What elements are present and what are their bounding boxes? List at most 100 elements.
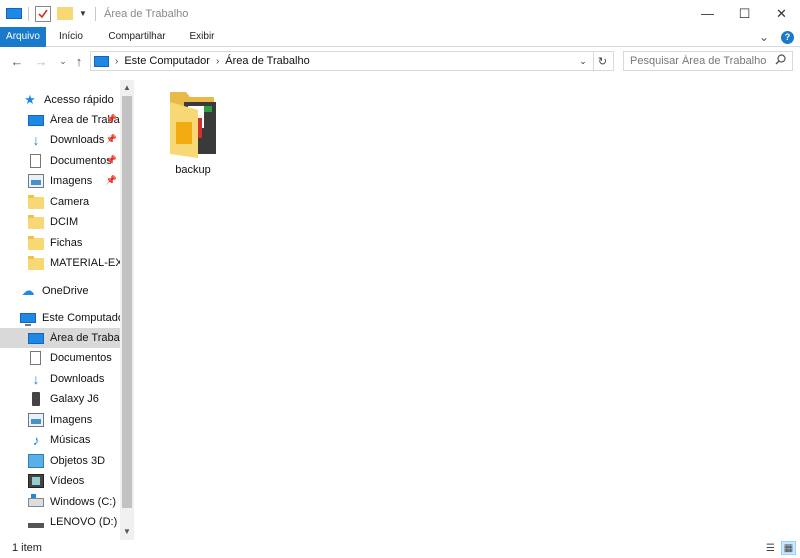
expand-ribbon-icon[interactable]: ⌄ bbox=[759, 30, 769, 44]
search-input[interactable] bbox=[624, 52, 769, 70]
nav-label: LENOVO (D:) bbox=[50, 516, 118, 528]
scroll-up-icon[interactable]: ▲ bbox=[120, 80, 134, 94]
nav-label: Imagens bbox=[50, 175, 93, 187]
breadcrumb-desktop[interactable]: Área de Trabalho bbox=[225, 55, 309, 67]
cloud-icon: ☁ bbox=[21, 283, 35, 298]
nav-item-windows-c[interactable]: Windows (C:) bbox=[0, 492, 120, 512]
nav-item-pictures-quick[interactable]: Imagens 📌 bbox=[0, 171, 120, 191]
nav-label: Imagens bbox=[50, 414, 93, 426]
title-divider bbox=[95, 6, 96, 21]
music-icon: ♪ bbox=[32, 432, 40, 448]
folder-icon bbox=[28, 236, 44, 250]
desktop-window-icon[interactable] bbox=[6, 8, 22, 19]
item-count: 1 item bbox=[12, 542, 42, 554]
nav-label: Objetos 3D bbox=[50, 455, 106, 467]
phone-icon bbox=[32, 392, 40, 406]
folder-icon bbox=[28, 256, 44, 270]
computer-icon bbox=[20, 313, 36, 326]
desktop-icon bbox=[28, 114, 44, 126]
computer-icon bbox=[94, 55, 109, 67]
help-icon[interactable]: ? bbox=[781, 30, 794, 44]
downloads-icon: ↓ bbox=[32, 132, 40, 148]
scroll-thumb[interactable] bbox=[122, 96, 132, 508]
minimize-button[interactable]: — bbox=[689, 0, 726, 27]
objects-3d-icon bbox=[28, 454, 44, 468]
nav-scrollbar[interactable]: ▲ ▼ bbox=[120, 80, 134, 540]
customize-toolbar-icon[interactable]: ▼ bbox=[79, 6, 89, 22]
nav-label: Documentos bbox=[50, 352, 112, 364]
nav-item-desktop-quick[interactable]: Área de Traba 📌 bbox=[0, 110, 120, 130]
nav-label: Galaxy J6 bbox=[50, 393, 99, 405]
window-controls: — ☐ ✕ bbox=[689, 0, 800, 27]
tab-file[interactable]: Arquivo bbox=[0, 27, 46, 47]
nav-this-pc[interactable]: Este Computador bbox=[0, 308, 120, 328]
forward-button[interactable]: → bbox=[34, 53, 48, 69]
nav-label: Downloads bbox=[50, 373, 105, 385]
nav-item-pictures[interactable]: Imagens bbox=[0, 410, 120, 430]
nav-label: Fichas bbox=[50, 237, 83, 249]
nav-onedrive[interactable]: ☁ OneDrive bbox=[0, 281, 120, 301]
pin-icon: 📌 bbox=[105, 114, 117, 124]
nav-label: Acesso rápido bbox=[44, 94, 114, 106]
tab-share[interactable]: Compartilhar bbox=[100, 27, 174, 47]
scroll-down-icon[interactable]: ▼ bbox=[120, 524, 134, 538]
videos-icon bbox=[28, 474, 44, 488]
breadcrumb-separator[interactable]: › bbox=[216, 56, 219, 67]
nav-item-material-exte[interactable]: MATERIAL-EXTE bbox=[0, 253, 120, 273]
details-view-icon[interactable]: ☰ bbox=[763, 541, 778, 555]
nav-item-documents[interactable]: Documentos bbox=[0, 348, 120, 368]
toolbar-divider bbox=[28, 6, 29, 21]
ribbon: Arquivo Início Compartilhar Exibir ⌄ ? bbox=[0, 27, 800, 47]
tab-home[interactable]: Início bbox=[52, 27, 90, 47]
nav-item-documents-quick[interactable]: Documentos 📌 bbox=[0, 151, 120, 171]
nav-quick-access[interactable]: ★ Acesso rápido bbox=[0, 90, 120, 110]
refresh-icon[interactable]: ↻ bbox=[593, 52, 611, 70]
up-button[interactable]: ↑ bbox=[72, 53, 86, 69]
large-icons-view-icon[interactable]: ▦ bbox=[781, 541, 796, 555]
file-view[interactable]: backup bbox=[134, 80, 800, 540]
nav-label: DCIM bbox=[50, 216, 79, 228]
file-item-backup[interactable]: backup bbox=[160, 88, 226, 176]
nav-item-lenovo-d[interactable]: LENOVO (D:) bbox=[0, 512, 120, 532]
nav-item-camera[interactable]: Camera bbox=[0, 192, 120, 212]
navigation-row: ← → ⌄ ↑ › Este Computador › Área de Trab… bbox=[0, 47, 800, 75]
title-bar: ▼ Área de Trabalho — ☐ ✕ bbox=[0, 0, 800, 27]
properties-icon[interactable] bbox=[35, 5, 51, 22]
folder-icon bbox=[28, 195, 44, 209]
nav-item-downloads[interactable]: ↓ Downloads bbox=[0, 369, 120, 389]
nav-label: OneDrive bbox=[42, 285, 89, 297]
tab-view[interactable]: Exibir bbox=[182, 27, 222, 47]
nav-item-downloads-quick[interactable]: ↓ Downloads 📌 bbox=[0, 130, 120, 150]
close-button[interactable]: ✕ bbox=[763, 0, 800, 27]
drive-icon bbox=[28, 522, 44, 528]
desktop-icon bbox=[28, 332, 44, 344]
address-dropdown-icon[interactable]: ⌄ bbox=[575, 52, 591, 70]
documents-icon bbox=[30, 351, 41, 365]
search-icon[interactable] bbox=[775, 54, 786, 68]
nav-label: Downloads bbox=[50, 134, 105, 146]
nav-item-videos[interactable]: Vídeos bbox=[0, 471, 120, 491]
search-box[interactable] bbox=[623, 51, 793, 71]
recent-locations-button[interactable]: ⌄ bbox=[56, 53, 70, 69]
nav-label: Vídeos bbox=[50, 475, 85, 487]
pin-icon: 📌 bbox=[105, 134, 117, 144]
ribbon-right-controls: ⌄ ? bbox=[759, 30, 794, 44]
pin-icon: 📌 bbox=[105, 155, 117, 165]
nav-item-objects-3d[interactable]: Objetos 3D bbox=[0, 451, 120, 471]
drive-icon bbox=[28, 493, 44, 507]
nav-item-desktop[interactable]: Área de Trabalho bbox=[0, 328, 120, 348]
new-folder-icon[interactable] bbox=[57, 7, 73, 20]
back-button[interactable]: ← bbox=[10, 53, 24, 69]
nav-item-fichas[interactable]: Fichas bbox=[0, 233, 120, 253]
nav-item-dcim[interactable]: DCIM bbox=[0, 212, 120, 232]
nav-item-galaxy-j6[interactable]: Galaxy J6 bbox=[0, 389, 120, 409]
status-bar: 1 item ☰ ▦ bbox=[0, 540, 800, 558]
breadcrumb-this-pc[interactable]: Este Computador bbox=[124, 55, 210, 67]
maximize-button[interactable]: ☐ bbox=[726, 0, 763, 27]
nav-label: Windows (C:) bbox=[50, 496, 117, 508]
nav-item-music[interactable]: ♪ Músicas bbox=[0, 430, 120, 450]
address-bar[interactable]: › Este Computador › Área de Trabalho ⌄ ↻ bbox=[90, 51, 614, 71]
view-switcher: ☰ ▦ bbox=[763, 541, 796, 555]
navigation-pane: ★ Acesso rápido Área de Traba 📌 ↓ Downlo… bbox=[0, 80, 134, 540]
breadcrumb-separator[interactable]: › bbox=[115, 56, 118, 67]
